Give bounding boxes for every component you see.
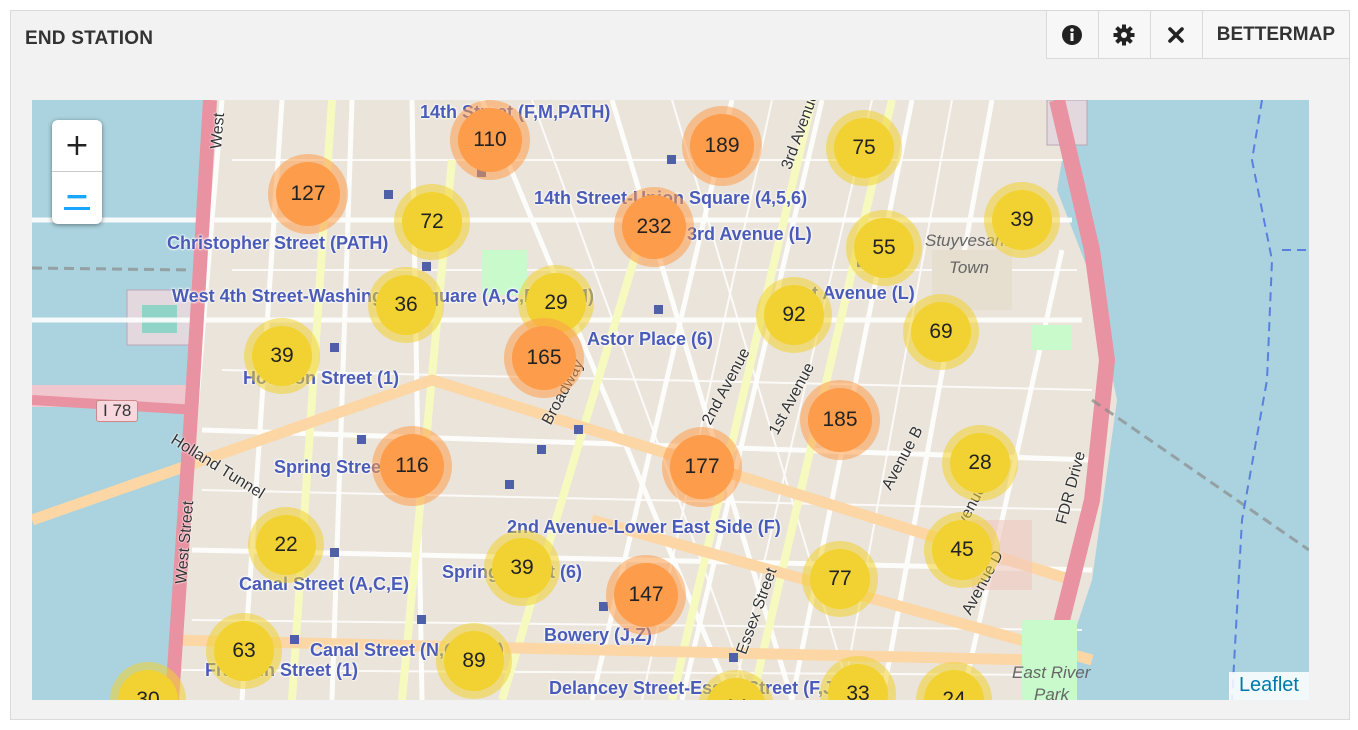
cluster-count: 72: [402, 192, 462, 252]
area-label: Park: [1034, 685, 1069, 700]
cluster-count: 28: [950, 433, 1010, 493]
station-label: 2nd Avenue-Lower East Side (F): [507, 517, 781, 537]
cluster-count: 55: [854, 218, 914, 278]
gear-icon: [1113, 24, 1135, 45]
cluster-count: 232: [622, 195, 686, 259]
cluster-marker[interactable]: 92: [756, 277, 832, 353]
cluster-count: 36: [376, 275, 436, 335]
cluster-count: 177: [670, 435, 734, 499]
cluster-count: 165: [512, 326, 576, 390]
cluster-marker[interactable]: 45: [924, 512, 1000, 588]
cluster-count: 189: [690, 114, 754, 178]
cluster-marker[interactable]: 77: [802, 541, 878, 617]
cluster-marker[interactable]: 39: [484, 530, 560, 606]
station-label: Astor Place (6): [587, 329, 714, 349]
station-label: Canal Street (A,C,E): [239, 574, 410, 594]
cluster-marker[interactable]: 39: [984, 182, 1060, 258]
cluster-count: 116: [380, 434, 444, 498]
cluster-marker[interactable]: 22: [248, 507, 324, 583]
close-button[interactable]: [1149, 11, 1202, 59]
cluster-count: 24: [924, 670, 984, 700]
cluster-count: 22: [256, 515, 316, 575]
cluster-count: 14: [706, 678, 766, 700]
leaflet-attribution-link[interactable]: Leaflet: [1228, 672, 1309, 700]
road-label: West: [208, 112, 229, 150]
cluster-count: 110: [458, 108, 522, 172]
zoom-control: + −: [52, 120, 102, 224]
cluster-count: 69: [911, 302, 971, 362]
cluster-count: 33: [828, 664, 888, 700]
highway-shield: I 78: [96, 400, 139, 422]
cluster-count: 75: [834, 118, 894, 178]
cluster-marker[interactable]: 75: [826, 110, 902, 186]
cluster-marker[interactable]: 177: [662, 427, 742, 507]
cluster-marker[interactable]: 39: [244, 318, 320, 394]
cluster-marker[interactable]: 72: [394, 184, 470, 260]
cluster-marker[interactable]: 28: [942, 425, 1018, 501]
cluster-count: 77: [810, 549, 870, 609]
area-label: Town: [949, 258, 990, 277]
cluster-count: 63: [214, 621, 274, 681]
cluster-marker[interactable]: 55: [846, 210, 922, 286]
end-station-panel: END STATION BETTERMAP 14th (F,M,PATH) 14…: [10, 10, 1350, 720]
station-label: 3rd Avenue (L): [687, 224, 812, 244]
zoom-in-button[interactable]: +: [52, 120, 102, 172]
cluster-count: 39: [992, 190, 1052, 250]
panel-title: END STATION: [25, 28, 154, 49]
cluster-count: 30: [118, 670, 178, 700]
cluster-marker[interactable]: 116: [372, 426, 452, 506]
cluster-marker[interactable]: 147: [606, 555, 686, 635]
close-icon: [1168, 26, 1185, 43]
cluster-count: 39: [252, 326, 312, 386]
info-button[interactable]: [1045, 11, 1098, 59]
zoom-out-button[interactable]: −: [52, 172, 102, 224]
map-canvas[interactable]: 14th Street (F,M,PATH) 14th Street-Union…: [32, 100, 1309, 700]
cluster-count: 39: [492, 538, 552, 598]
area-label: East River: [1012, 663, 1091, 682]
cluster-count: 89: [444, 631, 504, 691]
station-label: Christopher Street (PATH): [167, 233, 389, 253]
cluster-marker[interactable]: 63: [206, 613, 282, 689]
cluster-marker[interactable]: 165: [504, 318, 584, 398]
zoom-out-label: −: [64, 178, 90, 214]
cluster-marker[interactable]: 69: [903, 294, 979, 370]
cluster-marker[interactable]: 127: [268, 154, 348, 234]
panel-toolbar: BETTERMAP: [1045, 11, 1349, 59]
cluster-marker[interactable]: 189: [682, 106, 762, 186]
cluster-marker[interactable]: 232: [614, 187, 694, 267]
cluster-marker[interactable]: 36: [368, 267, 444, 343]
cluster-count: 45: [932, 520, 992, 580]
cluster-count: 92: [764, 285, 824, 345]
cluster-count: 127: [276, 162, 340, 226]
cluster-count: 185: [808, 388, 872, 452]
cluster-marker[interactable]: 110: [450, 100, 530, 180]
info-circle-icon: [1062, 24, 1083, 45]
cluster-marker[interactable]: 89: [436, 623, 512, 699]
settings-button[interactable]: [1097, 11, 1150, 59]
cluster-count: 147: [614, 563, 678, 627]
cluster-marker[interactable]: 185: [800, 380, 880, 460]
bettermap-button[interactable]: BETTERMAP: [1201, 11, 1349, 59]
